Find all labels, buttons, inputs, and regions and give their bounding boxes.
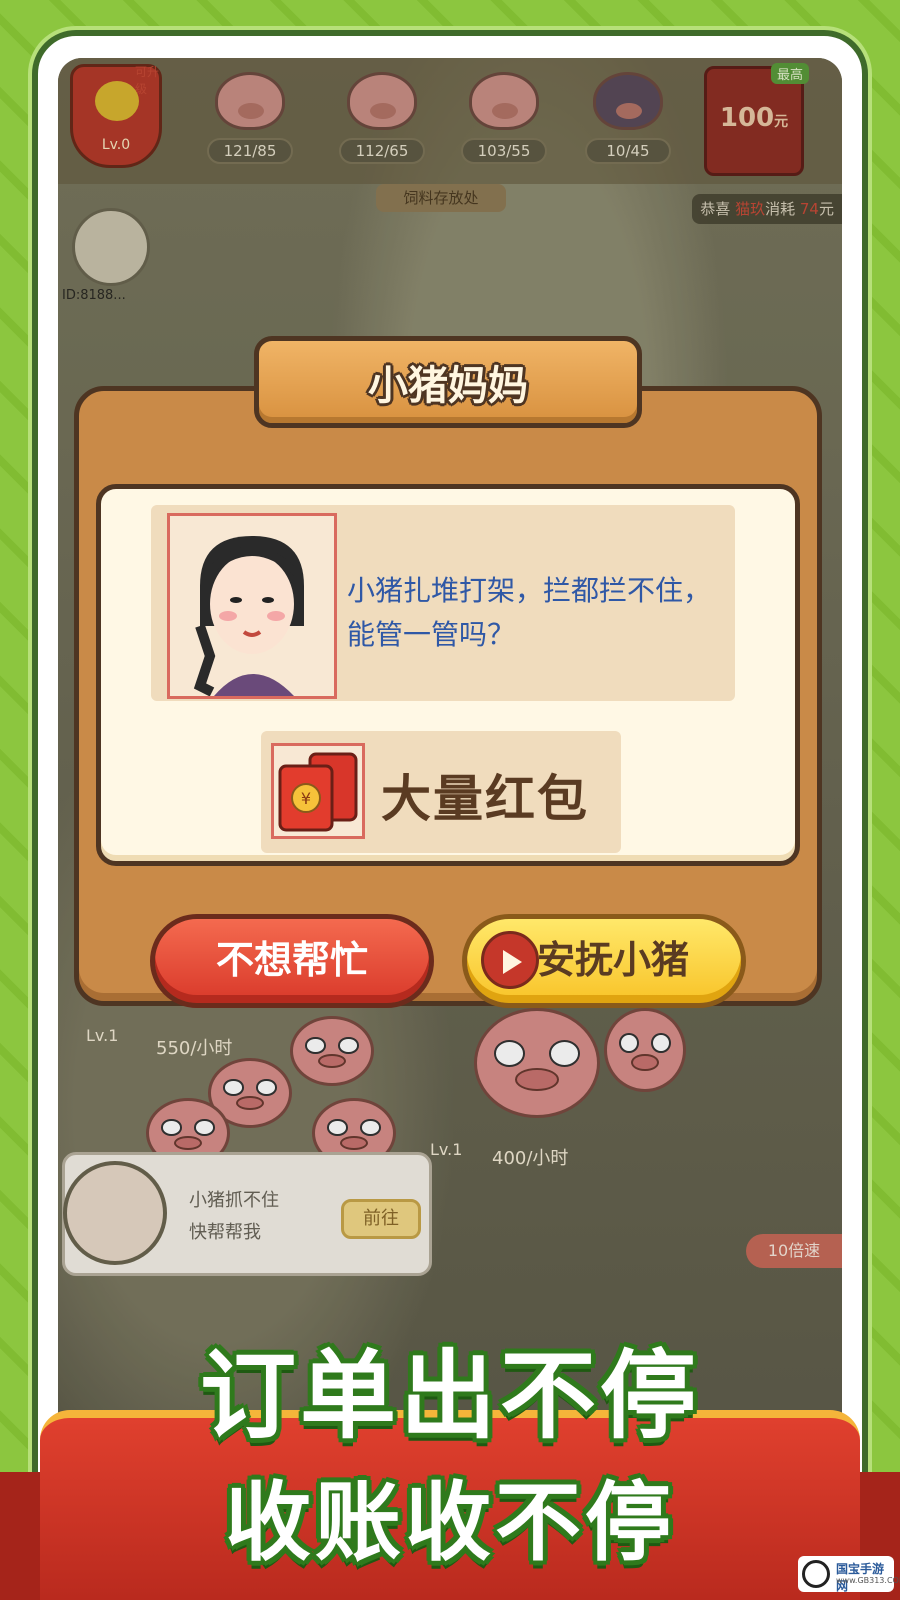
- game-screen: 可升级 Lv.0 121/85 112/65 103/55 10/45 最高 1…: [58, 58, 842, 1458]
- red-packet-icon: ¥: [271, 743, 365, 839]
- promo-subheadline: 收账收不停: [225, 1473, 675, 1573]
- pig-mom-portrait: [167, 513, 337, 699]
- comfort-pigs-label: 安抚小猪: [537, 938, 690, 982]
- play-video-icon: [481, 931, 539, 989]
- message-row: 小猪扎堆打架，拦都拦不住，能管一管吗？: [151, 505, 735, 701]
- watermark-url: www.GB313.COM: [836, 1576, 900, 1585]
- dialog-message: 小猪扎堆打架，拦都拦不住，能管一管吗？: [347, 574, 712, 651]
- dialog-title: 小猪妈妈: [368, 363, 528, 409]
- dialog-title-bar: 小猪妈妈: [254, 336, 642, 428]
- svg-text:¥: ¥: [301, 789, 311, 808]
- site-watermark: 国宝手游网 www.GB313.COM: [798, 1556, 900, 1593]
- dialog-content: 小猪扎堆打架，拦都拦不住，能管一管吗？ ¥ 大量红包: [96, 484, 800, 866]
- comfort-pigs-button[interactable]: 安抚小猪: [462, 914, 746, 1008]
- panda-logo-icon: [802, 1560, 830, 1588]
- woman-portrait-icon: [193, 536, 304, 697]
- task-dialog: 小猪妈妈 小猪扎堆打架，拦都拦不住，能管一管吗？ ¥ 大量红包 不想帮忙 安抚小…: [74, 336, 822, 1008]
- promo-headline: 订单出不停: [200, 1340, 700, 1452]
- reward-label: 大量红包: [381, 770, 589, 828]
- reward-box: ¥ 大量红包: [261, 731, 621, 853]
- decline-button[interactable]: 不想帮忙: [150, 914, 434, 1008]
